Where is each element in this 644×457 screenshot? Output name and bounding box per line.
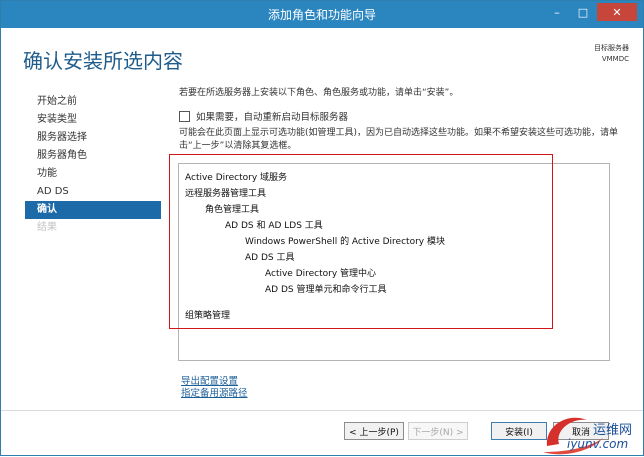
wizard-window: 添加角色和功能向导 – □ ✕ 确认安装所选内容 目标服务器 VMMDC 开始之…: [0, 0, 644, 456]
nav-item-before-you-begin[interactable]: 开始之前: [25, 93, 161, 111]
optional-features-note: 可能会在此页面上显示可选功能(如管理工具)，因为已自动选择这些功能。如果不希望安…: [179, 128, 619, 151]
previous-button[interactable]: < 上一步(P): [344, 422, 404, 440]
highlight-box: [169, 154, 553, 329]
title-bar[interactable]: 添加角色和功能向导 – □ ✕: [1, 1, 643, 28]
content-area: 若要在所选服务器上安装以下角色、角色服务或功能，请单击“安装”。 如果需要，自动…: [179, 85, 619, 151]
nav-item-server-roles[interactable]: 服务器角色: [25, 147, 161, 165]
alternate-source-link[interactable]: 指定备用源路径: [181, 385, 248, 399]
page-title: 确认安装所选内容: [23, 49, 183, 73]
minimize-icon[interactable]: –: [545, 3, 569, 21]
nav-item-confirmation[interactable]: 确认: [25, 201, 161, 219]
nav-item-ad-ds[interactable]: AD DS: [25, 183, 161, 201]
target-server-label: 目标服务器: [594, 44, 629, 52]
intro-text: 若要在所选服务器上安装以下角色、角色服务或功能，请单击“安装”。: [179, 88, 459, 98]
target-server-value: VMMDC: [601, 55, 629, 63]
wizard-nav: 开始之前 安装类型 服务器选择 服务器角色 功能 AD DS 确认 结果: [25, 93, 161, 237]
restart-label[interactable]: 如果需要，自动重新启动目标服务器: [196, 109, 348, 123]
nav-item-features[interactable]: 功能: [25, 165, 161, 183]
nav-item-results: 结果: [37, 222, 57, 233]
restart-option[interactable]: 如果需要，自动重新启动目标服务器: [179, 109, 348, 123]
maximize-icon[interactable]: □: [571, 3, 595, 21]
next-button: 下一步(N) >: [408, 422, 468, 440]
close-icon[interactable]: ✕: [597, 3, 637, 21]
watermark-text: 运维网: [593, 423, 633, 438]
nav-item-server-selection[interactable]: 服务器选择: [25, 129, 161, 147]
target-server: 目标服务器 VMMDC: [594, 43, 629, 65]
restart-checkbox[interactable]: [179, 110, 190, 122]
nav-item-installation-type[interactable]: 安装类型: [25, 111, 161, 129]
watermark-url: iyunv.com: [567, 437, 629, 451]
install-button[interactable]: 安装(I): [491, 422, 547, 440]
